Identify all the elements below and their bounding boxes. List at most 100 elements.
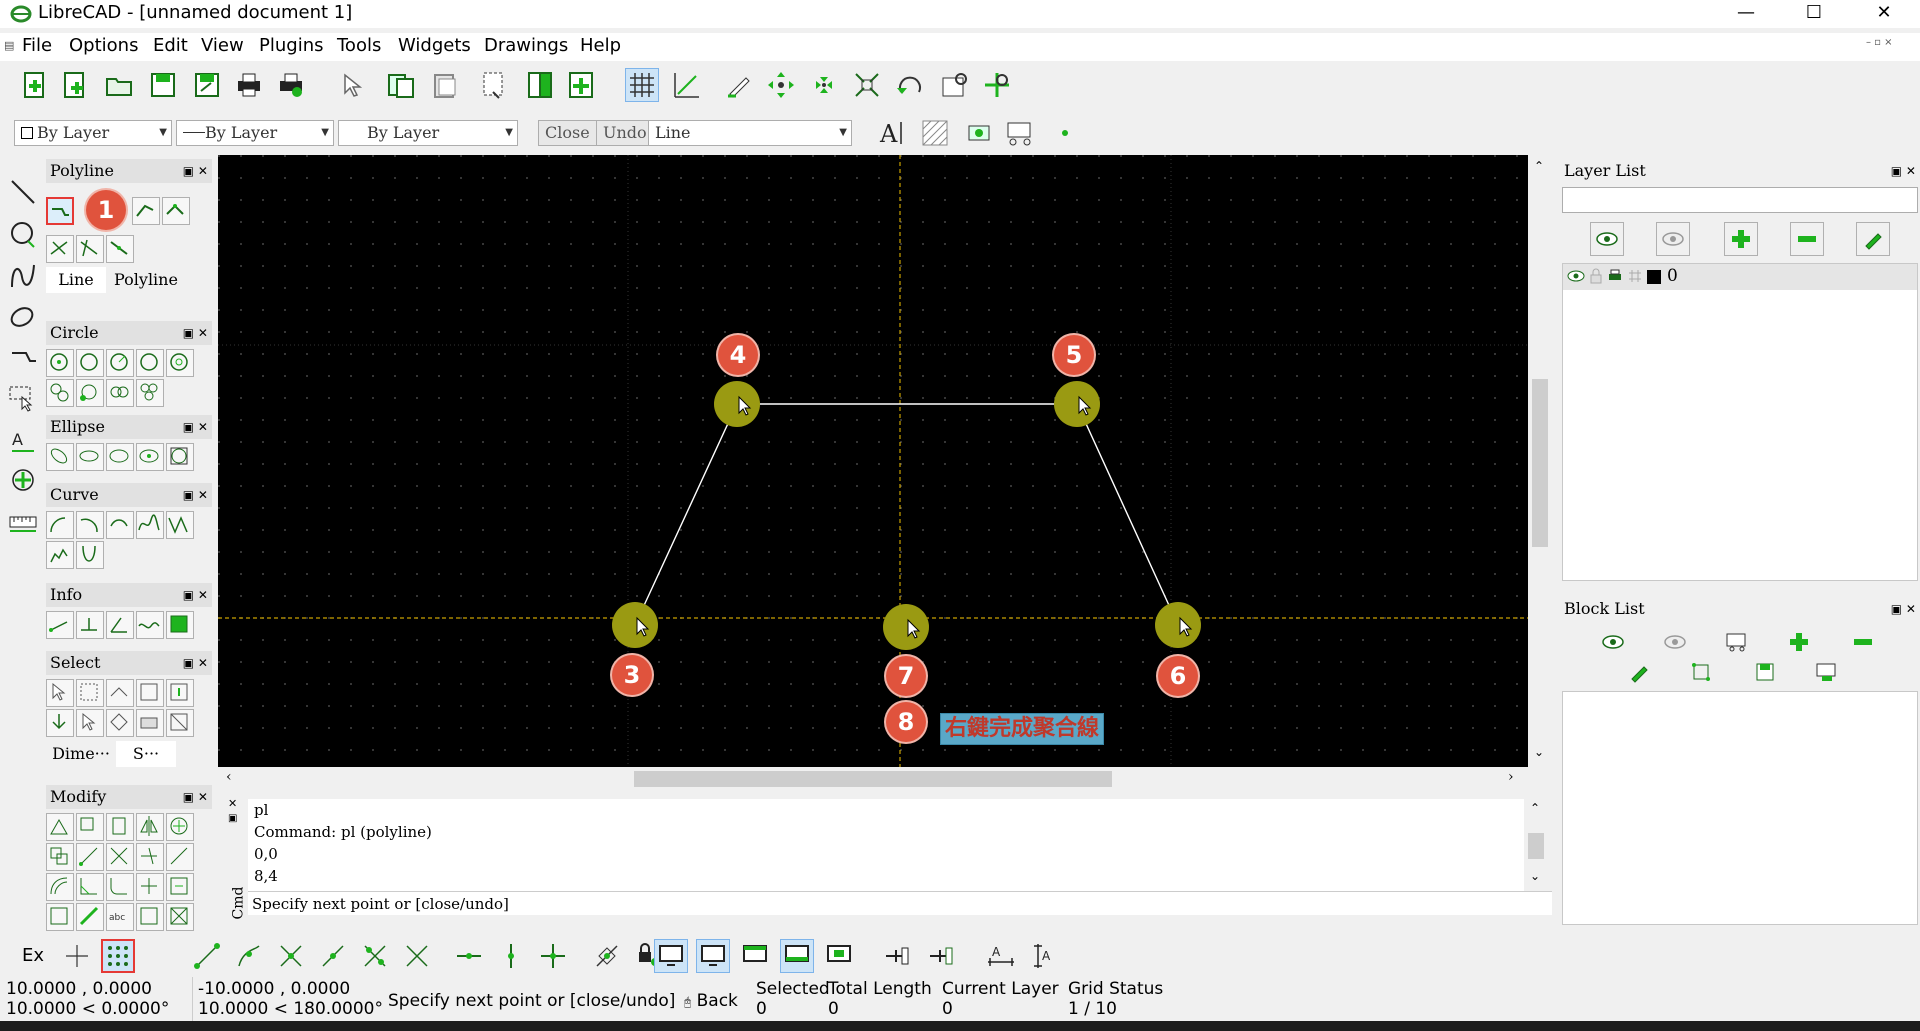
minimize-button[interactable]: —	[1716, 0, 1776, 28]
history-scroll-thumb[interactable]	[1528, 833, 1544, 859]
trim2-icon[interactable]	[136, 843, 164, 871]
total-length-icon[interactable]	[136, 611, 164, 639]
polyline-trim-icon[interactable]	[76, 235, 104, 263]
rotate2-icon[interactable]	[46, 843, 74, 871]
snap-center-icon[interactable]	[274, 939, 308, 973]
menu-options[interactable]: Options	[69, 35, 138, 56]
edit-block-icon[interactable]	[1684, 655, 1718, 689]
spline-icon[interactable]	[136, 511, 164, 539]
menu-drawings[interactable]: Drawings	[484, 35, 568, 56]
scroll-up-icon[interactable]: ⌃	[1534, 159, 1544, 173]
panel-float-close-icon[interactable]: ▣ ✕	[1891, 159, 1916, 183]
drawing-canvas[interactable]	[218, 155, 1528, 767]
polyline-equidistant-icon[interactable]	[106, 235, 134, 263]
add-dimension-icon[interactable]	[880, 939, 914, 973]
print-preview-icon[interactable]	[274, 68, 308, 102]
menu-view[interactable]: View	[201, 35, 244, 56]
rename-block-icon[interactable]	[1622, 655, 1656, 689]
ellipse-foci-icon[interactable]	[106, 443, 134, 471]
panel-float-close-icon[interactable]: ▣ ✕	[183, 415, 208, 439]
view-mode-1-icon[interactable]	[654, 939, 688, 973]
fillet-icon[interactable]	[106, 873, 134, 901]
vertical-scrollbar[interactable]: ⌃ ⌄	[1528, 155, 1552, 767]
vertical-scroll-thumb[interactable]	[1532, 379, 1548, 547]
ellipse-arc-icon[interactable]	[76, 443, 104, 471]
mirror-icon[interactable]	[136, 813, 164, 841]
area-info-icon[interactable]	[166, 611, 194, 639]
zoom-previous-icon[interactable]	[893, 68, 927, 102]
color-combo[interactable]: By Layer ▼	[14, 120, 172, 146]
insert-block-panel-icon[interactable]	[1810, 655, 1844, 689]
panel-float-close-icon[interactable]: ▣ ✕	[183, 651, 208, 675]
snap-endpoint-icon[interactable]	[190, 939, 224, 973]
panel-float-close-icon[interactable]: ▣ ✕	[183, 159, 208, 183]
add-layer-icon[interactable]	[1724, 222, 1758, 256]
circle-tan-point-icon[interactable]	[136, 379, 164, 407]
select-pointer-icon[interactable]	[334, 68, 368, 102]
snap-grid-icon[interactable]	[101, 939, 135, 973]
open-folder-icon[interactable]	[102, 68, 136, 102]
explode-icon[interactable]	[166, 873, 194, 901]
redraw-icon[interactable]	[722, 68, 756, 102]
hide-all-layers-icon[interactable]	[1656, 222, 1690, 256]
cmd-close-icon[interactable]: ✕	[228, 797, 237, 810]
zoom-auto-icon[interactable]	[850, 68, 884, 102]
lengthen-icon[interactable]	[166, 843, 194, 871]
angle-info-icon[interactable]	[106, 611, 134, 639]
select-category-icon[interactable]	[6, 381, 40, 415]
cmd-float-icon[interactable]: ▣	[228, 813, 237, 824]
circle-radius-icon[interactable]	[166, 349, 194, 377]
menu-file[interactable]: File	[22, 35, 52, 56]
select-intersected-icon[interactable]	[166, 679, 194, 707]
layer-print-icon[interactable]	[1607, 268, 1623, 288]
zoom-in-icon[interactable]	[764, 68, 798, 102]
circle-tan3-icon[interactable]	[76, 379, 104, 407]
scroll-up-icon[interactable]: ⌃	[1530, 801, 1540, 815]
view-mode-3-icon[interactable]	[738, 939, 772, 973]
snap-distance-icon[interactable]	[358, 939, 392, 973]
zoom-pan-icon[interactable]	[980, 68, 1014, 102]
spline-points-icon[interactable]	[166, 511, 194, 539]
mdi-window-buttons[interactable]: – ▫ ×	[1866, 37, 1893, 48]
remove-layer-icon[interactable]	[1790, 222, 1824, 256]
select-contour-icon[interactable]	[106, 679, 134, 707]
segment-type-combo[interactable]: Line ▼	[648, 120, 852, 146]
hatch-tool-icon[interactable]	[918, 116, 952, 150]
doc-menu-icon[interactable]: ▤	[4, 39, 14, 52]
zoom-window-icon[interactable]	[938, 68, 972, 102]
draft-mode-icon[interactable]	[670, 68, 704, 102]
distance-entity-icon[interactable]	[76, 611, 104, 639]
ellipse-category-icon[interactable]	[6, 301, 40, 335]
horizontal-scrollbar[interactable]: ‹ ›	[218, 767, 1552, 791]
explode-text-icon[interactable]	[136, 903, 164, 931]
stretch-icon[interactable]	[76, 843, 104, 871]
select-single-icon[interactable]	[46, 679, 74, 707]
grid-toggle-icon[interactable]	[625, 68, 659, 102]
scroll-down-icon[interactable]: ⌄	[1534, 745, 1544, 759]
linetype-combo[interactable]: By Layer ▼	[338, 120, 518, 146]
restrict-horizontal-icon[interactable]	[452, 939, 486, 973]
deselect-window-icon[interactable]	[136, 679, 164, 707]
modify-category-icon[interactable]	[6, 463, 40, 497]
history-scrollbar[interactable]: ⌃ ⌄	[1524, 799, 1548, 891]
view-mode-2-icon[interactable]	[696, 939, 730, 973]
add-dimension-2-icon[interactable]	[924, 939, 958, 973]
width-combo[interactable]: By Layer ▼	[176, 120, 334, 146]
save-icon[interactable]	[146, 68, 180, 102]
circle-3p-icon[interactable]	[106, 349, 134, 377]
arc-center-icon[interactable]	[46, 511, 74, 539]
circle-inscribe-icon[interactable]	[106, 379, 134, 407]
info-category-icon[interactable]	[6, 505, 40, 539]
menu-tools[interactable]: Tools	[337, 35, 381, 56]
layer-color-swatch[interactable]	[1647, 270, 1661, 284]
show-all-blocks-icon[interactable]	[1596, 625, 1630, 659]
layer-filter-input[interactable]	[1562, 187, 1918, 213]
bevel-icon[interactable]	[76, 873, 104, 901]
polyline-category-icon[interactable]	[6, 341, 40, 375]
print-icon[interactable]	[232, 68, 266, 102]
distance-point-icon[interactable]	[46, 611, 74, 639]
move-rotate-icon[interactable]	[166, 813, 194, 841]
save-block-icon[interactable]	[1748, 655, 1782, 689]
text-tool-icon[interactable]: A	[875, 116, 909, 150]
circle-tan2-icon[interactable]	[46, 379, 74, 407]
